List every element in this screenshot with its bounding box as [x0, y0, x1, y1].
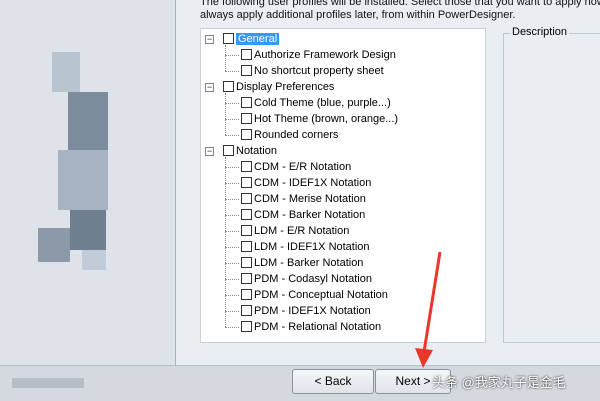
item-checkbox[interactable] — [241, 161, 252, 172]
tree-connector — [225, 279, 239, 280]
watermark: 头条 @我家丸子是金毛 — [432, 375, 566, 390]
item-checkbox[interactable] — [241, 113, 252, 124]
tree-group-label: General — [236, 33, 280, 45]
tree-connector — [225, 215, 239, 216]
tree-item[interactable]: LDM - IDEF1X Notation — [241, 239, 370, 255]
item-checkbox[interactable] — [241, 321, 252, 332]
tree-item[interactable]: CDM - IDEF1X Notation — [241, 175, 371, 191]
tree-item-label: LDM - Barker Notation — [254, 257, 364, 269]
tree-item-label: PDM - Conceptual Notation — [254, 289, 388, 301]
tree-item[interactable]: CDM - E/R Notation — [241, 159, 351, 175]
tree-item[interactable]: No shortcut property sheet — [241, 63, 384, 79]
item-checkbox[interactable] — [241, 193, 252, 204]
tree-item-label: Rounded corners — [254, 129, 339, 141]
tree-connector — [225, 157, 226, 327]
tree-connector — [225, 311, 239, 312]
profile-tree[interactable]: − General Authorize Framework Design No sho… — [200, 28, 486, 343]
item-checkbox[interactable] — [241, 49, 252, 60]
item-checkbox[interactable] — [241, 305, 252, 316]
back-button[interactable]: < Back — [292, 369, 374, 394]
tree-connector — [225, 55, 239, 56]
tree-connector — [225, 183, 239, 184]
tree-item[interactable]: Cold Theme (blue, purple...) — [241, 95, 391, 111]
intro-line-2: always apply additional profiles later, … — [200, 9, 516, 21]
blurred-graphic — [68, 92, 108, 152]
wizard-side-image — [0, 0, 175, 365]
tree-item-label: PDM - Relational Notation — [254, 321, 382, 333]
collapse-icon[interactable]: − — [205, 83, 214, 92]
group-checkbox[interactable] — [223, 81, 234, 92]
tree-connector — [225, 103, 239, 104]
tree-connector — [225, 135, 239, 136]
collapse-icon[interactable]: − — [205, 35, 214, 44]
tree-item[interactable]: Rounded corners — [241, 127, 338, 143]
blurred-graphic — [82, 250, 106, 270]
tree-item-label: PDM - IDEF1X Notation — [254, 305, 371, 317]
tree-connector — [225, 199, 239, 200]
tree-connector — [225, 93, 226, 135]
item-checkbox[interactable] — [241, 225, 252, 236]
tree-connector — [225, 327, 239, 328]
item-checkbox[interactable] — [241, 177, 252, 188]
tree-connector — [225, 295, 239, 296]
item-checkbox[interactable] — [241, 209, 252, 220]
tree-item-label: Authorize Framework Design — [254, 49, 396, 61]
tree-group[interactable]: − Notation — [205, 143, 277, 159]
tree-item-label: Cold Theme (blue, purple...) — [254, 97, 391, 109]
tree-connector — [225, 71, 239, 72]
blurred-graphic — [38, 228, 70, 262]
tree-item-label: LDM - E/R Notation — [254, 225, 350, 237]
blurred-graphic — [70, 210, 106, 250]
collapse-icon[interactable]: − — [205, 147, 214, 156]
item-checkbox[interactable] — [241, 241, 252, 252]
tree-connector — [225, 45, 226, 71]
tree-item[interactable]: Authorize Framework Design — [241, 47, 396, 63]
tree-item-label: CDM - IDEF1X Notation — [254, 177, 372, 189]
tree-item-label: CDM - Merise Notation — [254, 193, 366, 205]
tree-group-label: Notation — [236, 145, 277, 157]
item-checkbox[interactable] — [241, 273, 252, 284]
tree-item[interactable]: PDM - Conceptual Notation — [241, 287, 388, 303]
tree-item[interactable]: LDM - Barker Notation — [241, 255, 363, 271]
tree-item-label: Hot Theme (brown, orange...) — [254, 113, 399, 125]
tree-item[interactable]: CDM - Merise Notation — [241, 191, 366, 207]
description-groupbox — [503, 33, 600, 343]
tree-group[interactable]: − General — [205, 31, 280, 47]
tree-item[interactable]: PDM - Relational Notation — [241, 319, 381, 335]
item-checkbox[interactable] — [241, 97, 252, 108]
tree-group-label: Display Preferences — [236, 81, 335, 93]
tree-connector — [225, 231, 239, 232]
tree-item[interactable]: PDM - IDEF1X Notation — [241, 303, 371, 319]
description-title: Description — [510, 26, 570, 38]
intro-text: The following user profiles will be inst… — [200, 0, 600, 22]
tree-item[interactable]: CDM - Barker Notation — [241, 207, 365, 223]
tree-item-label: No shortcut property sheet — [254, 65, 384, 77]
tree-connector — [225, 263, 239, 264]
intro-line-1: The following user profiles will be inst… — [200, 0, 600, 8]
tree-item-label: LDM - IDEF1X Notation — [254, 241, 370, 253]
tree-item[interactable]: Hot Theme (brown, orange...) — [241, 111, 398, 127]
tree-connector — [225, 247, 239, 248]
tree-item[interactable]: PDM - Codasyl Notation — [241, 271, 372, 287]
item-checkbox[interactable] — [241, 65, 252, 76]
blurred-text — [12, 378, 84, 388]
blurred-graphic — [58, 150, 108, 210]
blurred-graphic — [52, 52, 80, 92]
tree-connector — [225, 167, 239, 168]
group-checkbox[interactable] — [223, 145, 234, 156]
item-checkbox[interactable] — [241, 257, 252, 268]
item-checkbox[interactable] — [241, 289, 252, 300]
tree-item-label: CDM - E/R Notation — [254, 161, 352, 173]
item-checkbox[interactable] — [241, 129, 252, 140]
tree-item-label: CDM - Barker Notation — [254, 209, 366, 221]
tree-item-label: PDM - Codasyl Notation — [254, 273, 372, 285]
tree-item[interactable]: LDM - E/R Notation — [241, 223, 349, 239]
group-checkbox[interactable] — [223, 33, 234, 44]
tree-connector — [225, 119, 239, 120]
